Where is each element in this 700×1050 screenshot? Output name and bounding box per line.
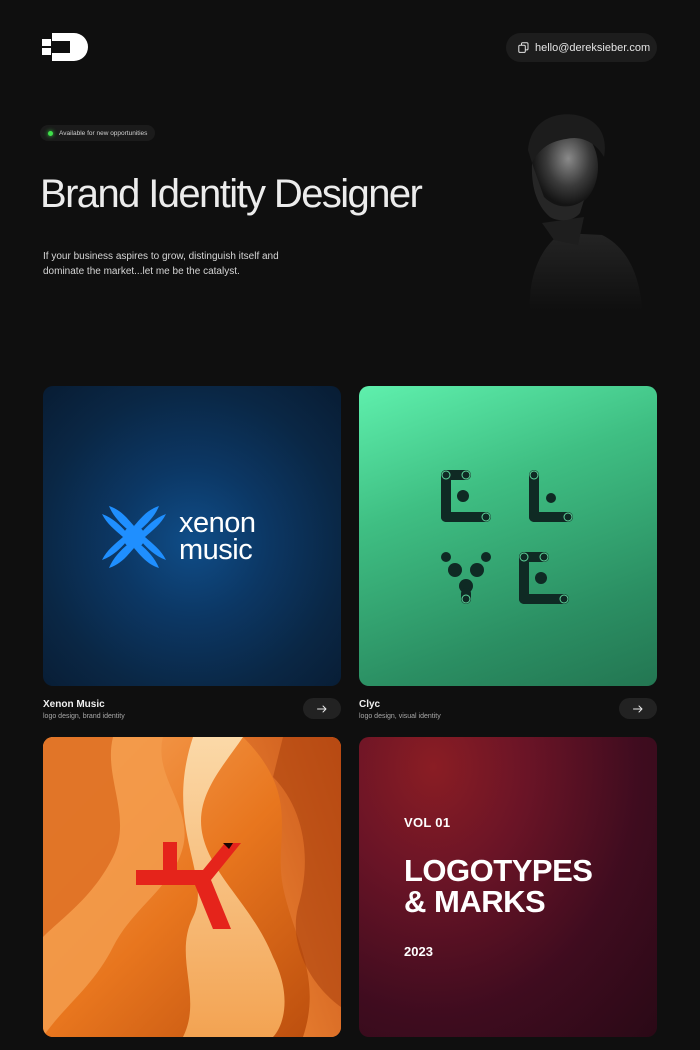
clyc-logo-icon	[441, 470, 573, 604]
project-title: Clyc	[359, 699, 381, 710]
hero-subtitle: If your business aspires to grow, distin…	[43, 251, 279, 277]
year-label: 2023	[404, 944, 433, 959]
canyon-k-artwork	[43, 737, 341, 1037]
xenon-logo-wordmark: xenon music	[179, 507, 256, 566]
arrow-right-icon	[633, 705, 643, 712]
view-project-button[interactable]	[303, 698, 341, 719]
project-card-logotypes[interactable]: VOL 01 LOGOTYPES & MARKS 2023	[359, 737, 657, 1037]
project-title: Xenon Music	[43, 699, 105, 710]
project-card-xenon-music[interactable]: xenon music	[43, 386, 341, 686]
availability-text: Available for new opportunities	[59, 129, 148, 137]
availability-badge: Available for new opportunities	[40, 125, 156, 141]
arrow-right-icon	[317, 705, 327, 712]
project-meta-xenon: Xenon Music logo design, brand identity	[43, 699, 125, 720]
email-button[interactable]: hello@dereksieber.com	[506, 33, 657, 62]
copy-icon	[518, 42, 529, 53]
status-dot-icon	[48, 130, 53, 136]
project-tags: logo design, brand identity	[43, 713, 125, 720]
email-text: hello@dereksieber.com	[535, 41, 651, 54]
project-meta-clyc: Clyc logo design, visual identity	[359, 699, 441, 720]
view-project-button[interactable]	[619, 698, 657, 719]
project-card-canyon[interactable]	[43, 737, 341, 1037]
d-monogram-logo[interactable]	[42, 33, 88, 61]
project-tags: logo design, visual identity	[359, 713, 441, 720]
designer-portrait	[528, 114, 642, 310]
hero-title: Brand Identity Designer	[40, 172, 423, 216]
xenon-music-logo-icon	[102, 506, 166, 568]
book-title: LOGOTYPES & MARKS	[404, 853, 593, 919]
project-card-clyc[interactable]	[359, 386, 657, 686]
volume-label: VOL 01	[404, 815, 451, 830]
